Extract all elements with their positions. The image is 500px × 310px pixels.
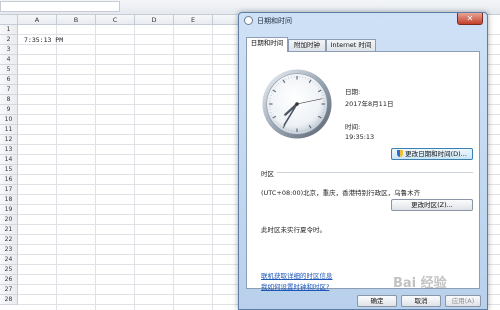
online-timezone-link[interactable]: 联机获取详细的时区信息	[261, 270, 333, 280]
row-header[interactable]: 9	[0, 105, 18, 115]
ok-button[interactable]: 确定	[357, 295, 397, 307]
row-header[interactable]: 7	[0, 85, 18, 95]
uac-shield-icon	[397, 150, 404, 157]
time-label: 时间:	[345, 123, 361, 131]
column-header-b[interactable]: B	[57, 15, 96, 25]
row-header[interactable]: 10	[0, 115, 18, 125]
time-value: 19:35:13	[345, 133, 375, 141]
tab-internet-time[interactable]: Internet 时间	[326, 39, 376, 51]
row-header[interactable]: 13	[0, 145, 18, 155]
row-header[interactable]: 6	[0, 75, 18, 85]
cancel-button[interactable]: 取消	[401, 295, 441, 307]
name-box[interactable]	[0, 1, 120, 12]
dialog-footer: 确定 取消 应用(A)	[239, 291, 487, 309]
dialog-title: 日期和时间	[257, 17, 292, 25]
row-header[interactable]: 8	[0, 95, 18, 105]
row-header[interactable]: 28	[0, 295, 18, 305]
row-header[interactable]: 17	[0, 185, 18, 195]
row-header[interactable]: 26	[0, 275, 18, 285]
row-header[interactable]: 19	[0, 205, 18, 215]
column-header-c[interactable]: C	[96, 15, 135, 25]
analog-clock	[262, 69, 332, 139]
row-header[interactable]: 1	[0, 25, 18, 35]
timezone-value: (UTC+08:00)北京，重庆，香港特别行政区，乌鲁木齐	[261, 189, 421, 197]
date-time-panel: 日期: 2017年8月11日 时间: 19:35:13 更改日期和时间(D)..…	[246, 51, 480, 291]
apply-button[interactable]: 应用(A)	[445, 295, 481, 307]
date-value: 2017年8月11日	[345, 100, 394, 108]
row-header[interactable]: 15	[0, 165, 18, 175]
row-header[interactable]: 27	[0, 285, 18, 295]
change-date-time-button[interactable]: 更改日期和时间(D)...	[391, 148, 473, 160]
row-header[interactable]: 20	[0, 215, 18, 225]
column-header-a[interactable]: A	[18, 15, 57, 25]
tab-additional-clocks[interactable]: 附加时钟	[288, 39, 326, 51]
row-header[interactable]: 21	[0, 225, 18, 235]
row-header[interactable]: 12	[0, 135, 18, 145]
row-header[interactable]: 2	[0, 35, 18, 45]
date-time-dialog: 日期和时间 ✕ 日期和时间 附加时钟 Internet 时间 日期: 2017年…	[238, 12, 488, 310]
tab-date-time[interactable]: 日期和时间	[246, 37, 288, 52]
timezone-heading: 时区	[261, 170, 274, 178]
how-to-set-link[interactable]: 我如何设置时钟和时区?	[261, 281, 329, 291]
timezone-divider	[277, 172, 473, 173]
dialog-title-bar[interactable]: 日期和时间 ✕	[239, 13, 487, 29]
dst-note: 此时区未实行夏令时。	[261, 226, 326, 234]
select-all-corner[interactable]	[0, 15, 18, 25]
row-header[interactable]: 18	[0, 195, 18, 205]
row-header[interactable]: 24	[0, 255, 18, 265]
row-header[interactable]: 4	[0, 55, 18, 65]
row-header[interactable]: 5	[0, 65, 18, 75]
row-header[interactable]: 22	[0, 235, 18, 245]
column-header-e[interactable]: E	[174, 15, 213, 25]
change-date-time-label: 更改日期和时间(D)...	[405, 150, 467, 158]
row-header[interactable]: 11	[0, 125, 18, 135]
row-header[interactable]: 3	[0, 45, 18, 55]
change-timezone-button[interactable]: 更改时区(Z)...	[391, 199, 473, 211]
watermark: Bai 经验	[393, 276, 447, 291]
row-header[interactable]: 23	[0, 245, 18, 255]
column-header-d[interactable]: D	[135, 15, 174, 25]
row-header[interactable]: 16	[0, 175, 18, 185]
row-header[interactable]: 25	[0, 265, 18, 275]
date-label: 日期:	[345, 88, 361, 96]
close-button[interactable]: ✕	[457, 13, 483, 25]
row-header[interactable]: 14	[0, 155, 18, 165]
cell-a2[interactable]: 7:35:13 PM	[24, 36, 63, 44]
clock-icon	[244, 16, 253, 25]
